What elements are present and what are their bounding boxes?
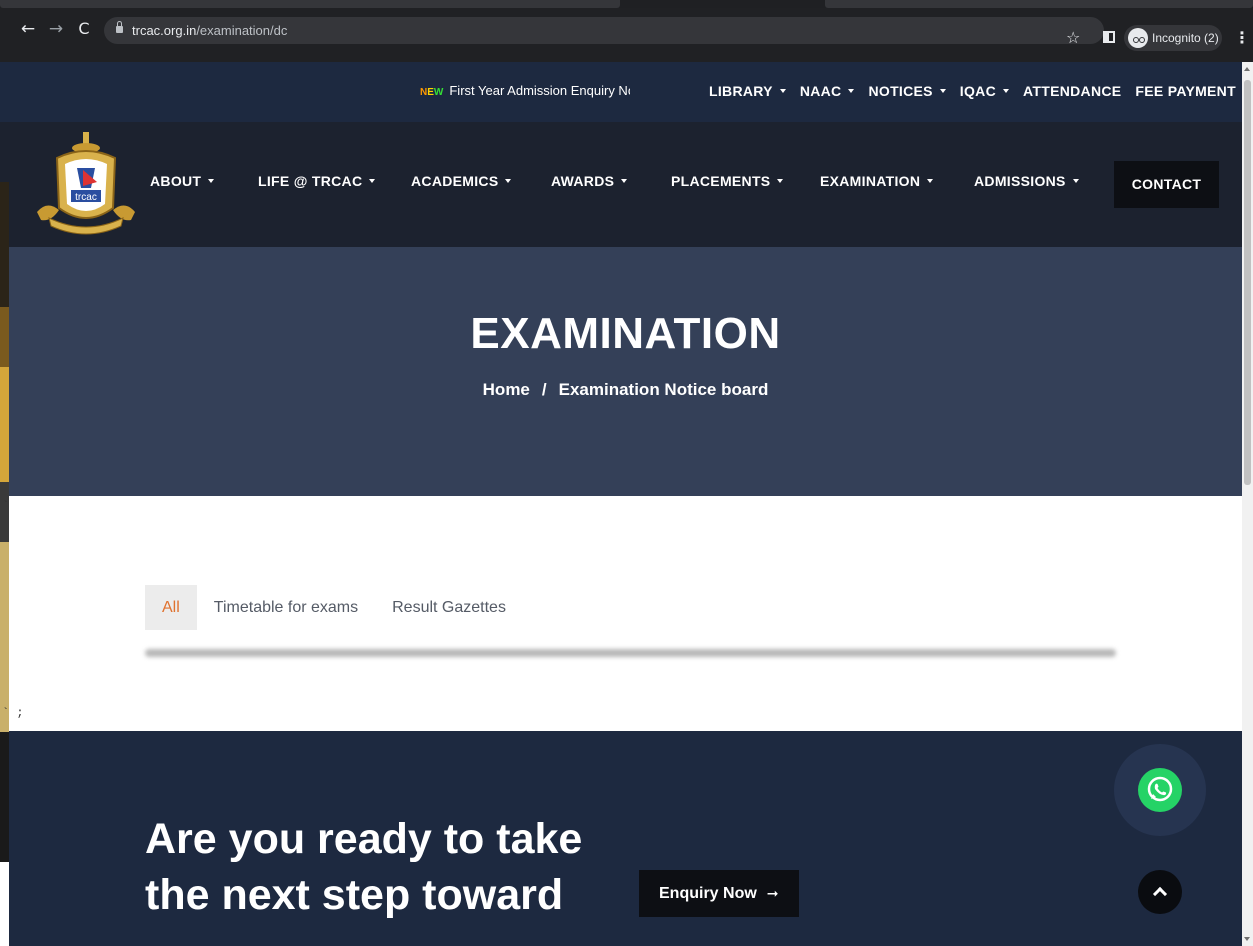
nav-label: AWARDS — [551, 173, 615, 189]
enquiry-now-button[interactable]: Enquiry Now ➞ — [639, 870, 799, 917]
caret-down-icon — [1003, 89, 1009, 93]
toplink-library[interactable]: LIBRARY — [709, 83, 786, 99]
nav-examination[interactable]: EXAMINATION — [820, 173, 934, 189]
college-logo[interactable]: trcac — [33, 130, 139, 240]
toplink-label: LIBRARY — [709, 83, 773, 99]
incognito-icon — [1128, 28, 1148, 48]
kebab-menu-icon[interactable]: ⋮ — [1234, 28, 1250, 47]
toplink-fee-payment[interactable]: FEE PAYMENT — [1135, 83, 1236, 99]
top-links: LIBRARY NAAC NOTICES IQAC ATTENDANCE FEE… — [709, 83, 1236, 99]
nav-about[interactable]: ABOUT — [150, 173, 215, 189]
page-hero: EXAMINATION Home / Examination Notice boar… — [9, 247, 1242, 496]
toplink-label: IQAC — [959, 83, 996, 99]
nav-placements[interactable]: PLACEMENTS — [671, 173, 784, 189]
star-icon[interactable]: ☆ — [1066, 28, 1080, 47]
contact-button[interactable]: CONTACT — [1114, 161, 1219, 208]
browser-tab[interactable] — [825, 0, 1253, 8]
profile-button[interactable]: Incognito (2) — [1124, 25, 1222, 51]
page-scrollbar[interactable] — [1242, 62, 1253, 946]
stray-character: ` ; — [2, 706, 24, 720]
toplink-naac[interactable]: NAAC — [800, 83, 855, 99]
browser-chrome: ← → C trcac.org.in/examination/dc ☆ Inco… — [0, 0, 1253, 62]
breadcrumb-current: Examination Notice board — [558, 380, 769, 399]
caret-down-icon — [848, 89, 855, 93]
address-bar[interactable]: trcac.org.in/examination/dc — [104, 17, 1104, 44]
toplink-iqac[interactable]: IQAC — [960, 83, 1009, 99]
caret-down-icon — [777, 179, 784, 183]
stray-character: ` — [2, 499, 10, 513]
enquiry-label: Enquiry Now — [659, 885, 757, 902]
nav-academics[interactable]: ACADEMICS — [411, 173, 512, 189]
page-viewport: NEW First Year Admission Enquiry Now LIBR… — [0, 62, 1253, 946]
new-badge: NEW — [420, 87, 444, 98]
page-content: NEW First Year Admission Enquiry Now LIBR… — [2, 62, 1242, 946]
caret-down-icon — [208, 179, 215, 183]
lock-icon[interactable] — [116, 21, 123, 34]
nav-awards[interactable]: AWARDS — [551, 173, 628, 189]
breadcrumb-home[interactable]: Home — [483, 380, 530, 399]
url-host: trcac.org.in — [132, 23, 197, 38]
caret-down-icon — [779, 89, 786, 93]
browser-tab[interactable] — [0, 0, 620, 8]
toplink-notices[interactable]: NOTICES — [868, 83, 946, 99]
filter-tab-all[interactable]: All — [145, 585, 197, 630]
scroll-up-icon[interactable] — [1244, 67, 1250, 71]
nav-label: PLACEMENTS — [671, 173, 771, 189]
caret-down-icon — [927, 179, 934, 183]
scroll-down-icon[interactable] — [1244, 937, 1250, 941]
main-navigation: trcac ABOUT LIFE @ TRCAC ACADEMICS AWARD… — [9, 122, 1242, 247]
whatsapp-button[interactable] — [1138, 768, 1182, 812]
toplink-label: NOTICES — [868, 83, 933, 99]
filter-tab-result-gazettes[interactable]: Result Gazettes — [375, 585, 523, 630]
nav-label: ACADEMICS — [411, 173, 499, 189]
url-text[interactable]: trcac.org.in/examination/dc — [132, 23, 287, 38]
toplink-label: ATTENDANCE — [1023, 83, 1122, 99]
nav-label: ADMISSIONS — [974, 173, 1066, 189]
notice-filter-tabs: All Timetable for exams Result Gazettes — [145, 585, 523, 630]
toplink-label: NAAC — [799, 83, 842, 99]
nav-label: LIFE @ TRCAC — [258, 173, 363, 189]
nav-label: ABOUT — [150, 173, 202, 189]
ticker-text: First Year Admission Enquiry Now — [449, 83, 630, 98]
filter-tab-timetable[interactable]: Timetable for exams — [197, 585, 375, 630]
tab-strip — [0, 0, 1253, 8]
arrow-right-icon: ➞ — [766, 886, 779, 902]
toplink-label: FEE PAYMENT — [1135, 83, 1236, 99]
url-path: /examination/dc — [196, 23, 288, 38]
reload-icon[interactable]: C — [74, 19, 94, 39]
caret-down-icon — [621, 179, 628, 183]
caret-down-icon — [1072, 179, 1079, 183]
nav-admissions[interactable]: ADMISSIONS — [974, 173, 1079, 189]
toplink-attendance[interactable]: ATTENDANCE — [1023, 83, 1121, 99]
caret-down-icon — [369, 179, 376, 183]
nav-life-at-trcac[interactable]: LIFE @ TRCAC — [258, 173, 376, 189]
side-panel-icon[interactable] — [1103, 31, 1115, 43]
profile-label: Incognito (2) — [1152, 31, 1219, 45]
logo-crest-icon: trcac — [37, 132, 135, 235]
chevron-up-icon — [1152, 886, 1168, 902]
logo-text: trcac — [75, 192, 97, 203]
caret-down-icon — [939, 89, 946, 93]
breadcrumb-separator: / — [541, 380, 547, 399]
page-title: EXAMINATION — [470, 309, 781, 358]
forward-arrow-icon[interactable]: → — [46, 19, 66, 39]
cta-heading: Are you ready to take the next step towa… — [145, 815, 583, 919]
back-to-top-button[interactable] — [1138, 870, 1182, 914]
scrollbar-thumb[interactable] — [1244, 80, 1251, 485]
caret-down-icon — [505, 179, 512, 183]
breadcrumb: Home / Examination Notice board — [9, 380, 1242, 400]
announcement-ticker[interactable]: NEW First Year Admission Enquiry Now — [420, 83, 630, 98]
top-utility-bar: NEW First Year Admission Enquiry Now LIBR… — [9, 62, 1242, 122]
cta-section: Are you ready to take the next step towa… — [9, 731, 1242, 946]
back-arrow-icon[interactable]: ← — [18, 19, 38, 39]
whatsapp-icon — [1147, 776, 1173, 802]
blurred-divider — [145, 649, 1116, 657]
nav-label: EXAMINATION — [820, 173, 921, 189]
